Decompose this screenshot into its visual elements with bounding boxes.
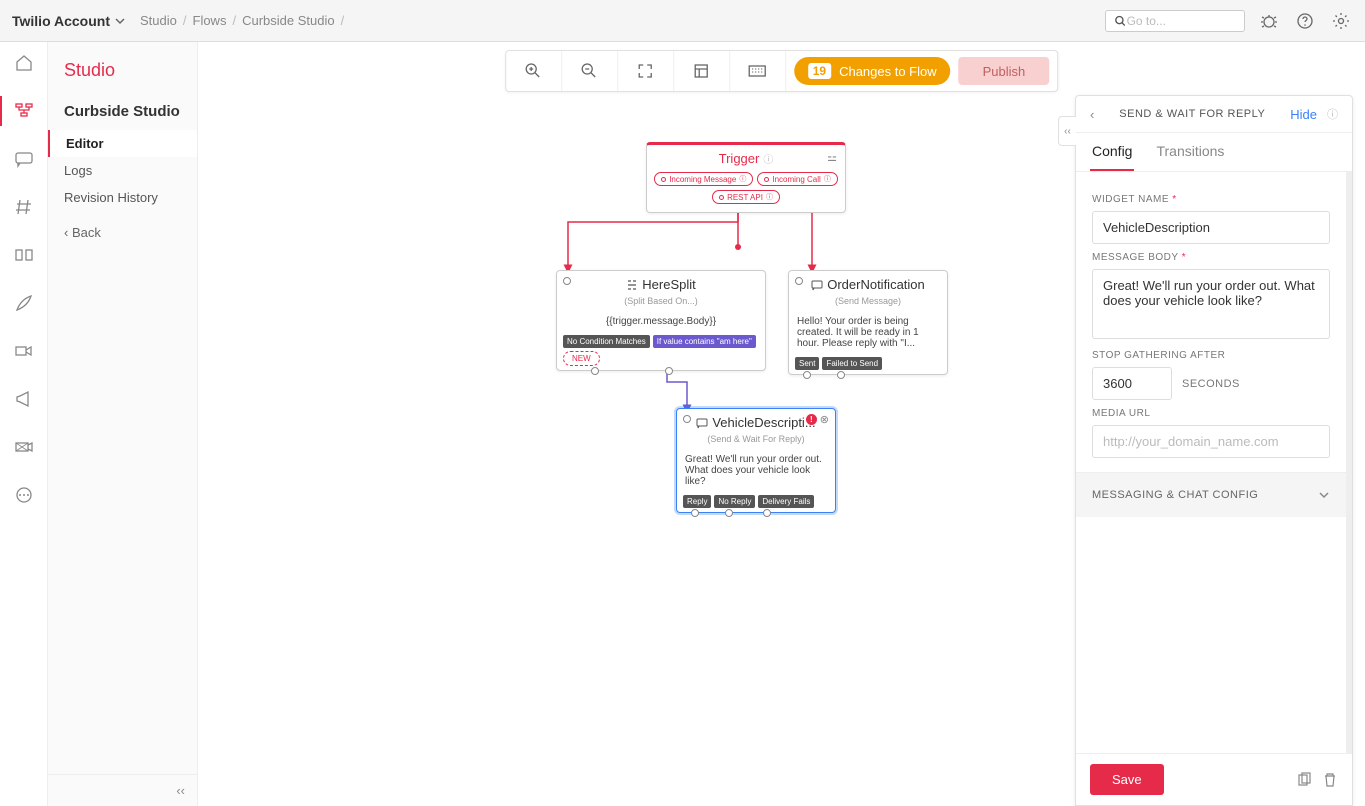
close-icon[interactable]: ⊗ bbox=[820, 413, 829, 426]
account-switcher[interactable]: Twilio Account bbox=[12, 13, 126, 29]
error-badge-icon: ! bbox=[806, 414, 817, 425]
help-icon[interactable] bbox=[1293, 9, 1317, 33]
order-subtitle: (Send Message) bbox=[789, 296, 947, 312]
message-icon bbox=[811, 279, 823, 291]
vehicle-subtitle: (Send & Wait For Reply) bbox=[677, 434, 835, 450]
video-icon[interactable] bbox=[13, 340, 35, 362]
tag-new[interactable]: NEW bbox=[563, 351, 600, 366]
quill-icon[interactable] bbox=[13, 292, 35, 314]
stop-gathering-input[interactable] bbox=[1092, 367, 1172, 400]
topbar: Twilio Account Studio/ Flows/ Curbside S… bbox=[0, 0, 1365, 42]
pill-incoming-call[interactable]: Incoming Call ⓘ bbox=[757, 172, 837, 186]
pill-incoming-message[interactable]: Incoming Message ⓘ bbox=[654, 172, 753, 186]
tab-config[interactable]: Config bbox=[1090, 133, 1134, 171]
order-body: Hello! Your order is being created. It w… bbox=[789, 312, 947, 357]
chevron-down-icon bbox=[1318, 489, 1330, 501]
tag-delivery-fails[interactable]: Delivery Fails bbox=[758, 495, 814, 508]
widget-name-input[interactable] bbox=[1092, 211, 1330, 244]
breadcrumbs: Studio/ Flows/ Curbside Studio/ bbox=[140, 13, 344, 28]
breadcrumb-flows[interactable]: Flows bbox=[193, 13, 227, 28]
panel-hide[interactable]: Hide bbox=[1290, 107, 1317, 122]
sidebar-item-revision[interactable]: Revision History bbox=[48, 184, 197, 211]
copy-icon[interactable] bbox=[1296, 772, 1312, 788]
panel-title: SEND & WAIT FOR REPLY bbox=[1104, 108, 1280, 120]
node-trigger[interactable]: ⚍ Trigger ⓘ Incoming Message ⓘ Incoming … bbox=[646, 142, 846, 213]
tag-noreply[interactable]: No Reply bbox=[714, 495, 755, 508]
broadcast-icon[interactable] bbox=[13, 436, 35, 458]
gear-icon[interactable] bbox=[1329, 9, 1353, 33]
heresplit-body: {{trigger.message.Body}} bbox=[557, 312, 765, 335]
vehicle-body: Great! We'll run your order out. What do… bbox=[677, 450, 835, 495]
order-title: OrderNotification bbox=[827, 277, 925, 292]
sidebar-back[interactable]: ‹ Back bbox=[48, 211, 197, 254]
info-icon[interactable]: ⓘ bbox=[1327, 106, 1338, 122]
widget-panel: ‹‹ ‹ SEND & WAIT FOR REPLY Hide ⓘ Config… bbox=[1075, 95, 1353, 806]
sidebar: Studio Curbside Studio Editor Logs Revis… bbox=[48, 42, 198, 806]
label-stop-gathering: STOP GATHERING AFTER bbox=[1092, 350, 1330, 361]
breadcrumb-flow[interactable]: Curbside Studio bbox=[242, 13, 335, 28]
app-icon[interactable] bbox=[13, 244, 35, 266]
search-icon bbox=[1114, 14, 1127, 28]
message-body-textarea[interactable] bbox=[1092, 269, 1330, 339]
search-input[interactable] bbox=[1127, 14, 1236, 28]
tag-condition[interactable]: If value contains "am here" bbox=[653, 335, 756, 348]
heresplit-subtitle: (Split Based On...) bbox=[557, 296, 765, 312]
chevron-down-icon bbox=[114, 15, 126, 27]
vehicle-title: VehicleDescripti... bbox=[712, 415, 815, 430]
studio-icon[interactable] bbox=[13, 100, 35, 122]
home-icon[interactable] bbox=[13, 52, 35, 74]
tag-reply[interactable]: Reply bbox=[683, 495, 711, 508]
chat-icon[interactable] bbox=[13, 148, 35, 170]
label-media-url: MEDIA URL bbox=[1092, 408, 1330, 419]
label-messaging: MESSAGING & CHAT CONFIG bbox=[1092, 489, 1258, 501]
label-message-body: MESSAGE BODY bbox=[1092, 252, 1178, 263]
panel-back[interactable]: ‹ bbox=[1090, 107, 1094, 122]
pill-rest-api[interactable]: REST API ⓘ bbox=[712, 190, 780, 204]
tag-failed[interactable]: Failed to Send bbox=[822, 357, 882, 370]
sidebar-item-logs[interactable]: Logs bbox=[48, 157, 197, 184]
sidebar-item-editor[interactable]: Editor bbox=[48, 130, 197, 157]
label-widget-name: WIDGET NAME bbox=[1092, 194, 1169, 205]
breadcrumb-studio[interactable]: Studio bbox=[140, 13, 177, 28]
heresplit-title: HereSplit bbox=[642, 277, 695, 292]
messaging-config-accordion[interactable]: MESSAGING & CHAT CONFIG bbox=[1076, 472, 1346, 517]
debug-icon[interactable] bbox=[1257, 9, 1281, 33]
label-seconds: SECONDS bbox=[1182, 378, 1240, 390]
account-name: Twilio Account bbox=[12, 13, 110, 29]
node-heresplit[interactable]: HereSplit (Split Based On...) {{trigger.… bbox=[556, 270, 766, 371]
save-button[interactable]: Save bbox=[1090, 764, 1164, 795]
node-vehicle[interactable]: ! ⊗ VehicleDescripti... (Send & Wait For… bbox=[676, 408, 836, 513]
icon-rail bbox=[0, 42, 48, 806]
flow-title: Curbside Studio bbox=[48, 95, 197, 130]
split-icon bbox=[626, 279, 638, 291]
message-icon bbox=[696, 417, 708, 429]
share-icon[interactable]: ⚍ bbox=[827, 151, 837, 164]
tag-sent[interactable]: Sent bbox=[795, 357, 819, 370]
trash-icon[interactable] bbox=[1322, 772, 1338, 788]
hash-icon[interactable] bbox=[13, 196, 35, 218]
megaphone-icon[interactable] bbox=[13, 388, 35, 410]
global-search[interactable] bbox=[1105, 10, 1245, 32]
node-order[interactable]: OrderNotification (Send Message) Hello! … bbox=[788, 270, 948, 375]
sidebar-collapse[interactable]: ‹‹ bbox=[48, 774, 197, 806]
media-url-input[interactable] bbox=[1092, 425, 1330, 458]
product-title: Studio bbox=[48, 60, 197, 95]
panel-collapse-tab[interactable]: ‹‹ bbox=[1058, 116, 1076, 146]
node-trigger-title: Trigger bbox=[719, 151, 760, 166]
tab-transitions[interactable]: Transitions bbox=[1154, 133, 1226, 171]
tag-no-match[interactable]: No Condition Matches bbox=[563, 335, 650, 348]
more-icon[interactable] bbox=[13, 484, 35, 506]
info-icon: ⓘ bbox=[763, 151, 773, 166]
